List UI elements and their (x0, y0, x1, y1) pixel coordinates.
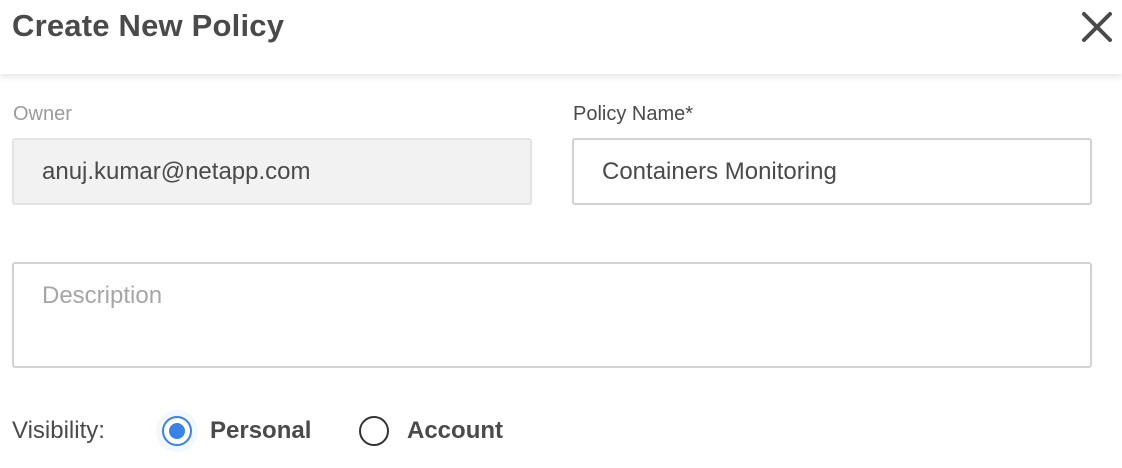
close-button[interactable] (1078, 8, 1116, 46)
visibility-personal-radio[interactable]: Personal (162, 415, 311, 447)
radio-checked-icon[interactable] (162, 416, 192, 446)
visibility-label: Visibility: (12, 417, 105, 444)
policy-name-input[interactable] (572, 138, 1092, 205)
description-textarea[interactable] (12, 262, 1092, 368)
visibility-account-radio[interactable]: Account (359, 415, 503, 447)
dialog-header: Create New Policy (0, 0, 1122, 74)
dialog-title: Create New Policy (12, 8, 285, 43)
owner-label: Owner (13, 103, 72, 125)
visibility-personal-label: Personal (210, 417, 312, 444)
close-icon (1082, 12, 1112, 42)
radio-unchecked-icon[interactable] (359, 416, 389, 446)
policy-name-label: Policy Name* (573, 103, 694, 125)
owner-field[interactable] (12, 138, 532, 205)
visibility-account-label: Account (407, 417, 503, 444)
